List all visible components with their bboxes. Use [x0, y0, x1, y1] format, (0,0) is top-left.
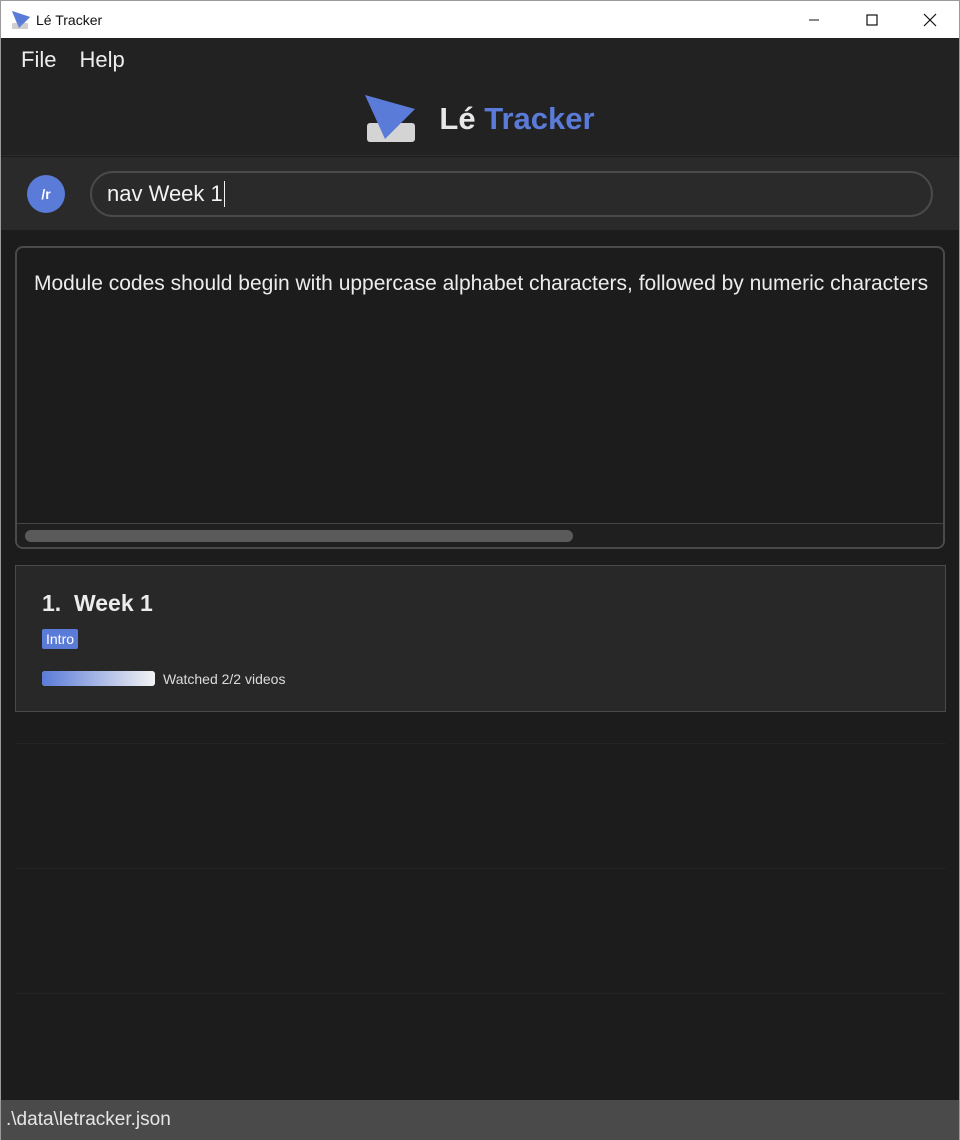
tag-badge: Intro [42, 629, 79, 649]
save-file-path: .\data\letracker.json [6, 1109, 171, 1130]
progress-bar-fill [42, 671, 155, 686]
text-caret [223, 181, 225, 207]
command-input-value: nav Week 1 [107, 181, 223, 206]
list-item-title: 1. Week 1 [42, 590, 153, 617]
list-item[interactable]: 1. Week 1 Intro Watched 2/2 videos [15, 565, 946, 712]
list-item-name: Week 1 [73, 590, 153, 616]
list-divider [15, 743, 946, 744]
lecture-list: 1. Week 1 Intro Watched 2/2 videos [15, 565, 946, 712]
window-title: Lé Tracker [36, 11, 103, 28]
status-bar: .\data\letracker.json [1, 1100, 959, 1140]
progress-text: Watched 2/2 videos [163, 671, 286, 687]
title-bar[interactable]: Lé Tracker [0, 0, 960, 38]
list-divider [15, 868, 946, 869]
maximize-button[interactable] [843, 1, 901, 39]
result-display[interactable]: Module codes should begin with uppercase… [15, 246, 945, 549]
progress-bar [42, 671, 155, 686]
command-bar: /r nav Week 1 [1, 157, 959, 230]
close-button[interactable] [901, 1, 959, 39]
menu-help[interactable]: Help [79, 47, 124, 73]
header-logo: Lé Tracker [1, 82, 959, 156]
brand-name-part2: Tracker [484, 100, 595, 136]
command-input[interactable]: nav Week 1 [90, 171, 933, 217]
brand-name: Lé Tracker [439, 101, 594, 137]
maximize-icon [866, 14, 878, 26]
minimize-icon [809, 19, 819, 21]
close-icon [923, 13, 937, 27]
scrollbar-thumb[interactable] [25, 530, 573, 542]
horizontal-scrollbar[interactable] [17, 523, 943, 547]
app-logo-icon [12, 10, 30, 29]
app-logo-icon [365, 94, 416, 142]
window-controls [785, 1, 959, 39]
minimize-button[interactable] [785, 1, 843, 39]
brand-name-part1: Lé [439, 100, 476, 136]
menu-bar: File Help [1, 38, 959, 82]
menu-file[interactable]: File [21, 47, 56, 73]
command-mode-badge[interactable]: /r [27, 175, 65, 213]
list-divider [15, 993, 946, 994]
list-item-index: 1. [42, 590, 62, 616]
result-message: Module codes should begin with uppercase… [34, 272, 929, 295]
